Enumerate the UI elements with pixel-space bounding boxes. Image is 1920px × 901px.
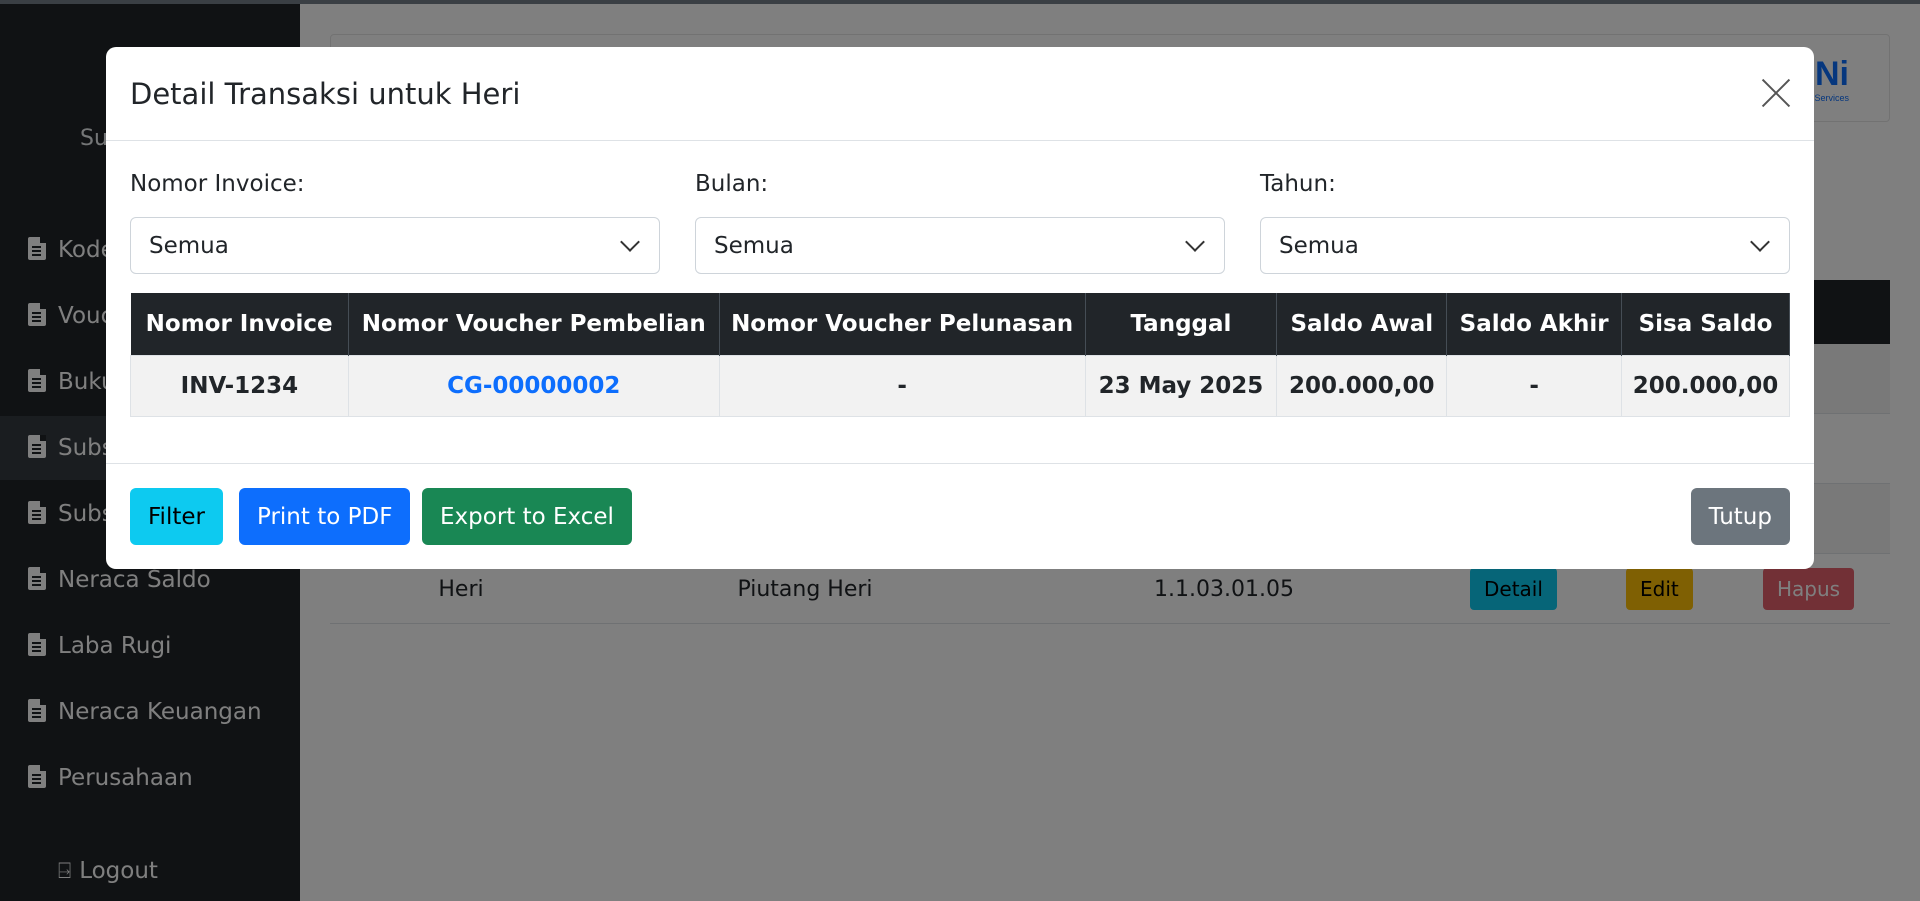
column-header: Sisa Saldo xyxy=(1621,293,1790,355)
invoice-number-cell: INV-1234 xyxy=(130,354,349,417)
column-header: Saldo Awal xyxy=(1276,293,1448,355)
column-header: Saldo Akhir xyxy=(1446,293,1623,355)
transaction-table: Nomor Invoice Nomor Voucher Pembelian No… xyxy=(130,293,1790,417)
month-select[interactable]: Semua xyxy=(695,217,1225,274)
table-header-row: Nomor Invoice Nomor Voucher Pembelian No… xyxy=(130,293,1790,355)
column-header: Nomor Voucher Pelunasan xyxy=(719,293,1086,355)
payment-voucher-cell: - xyxy=(718,354,1086,417)
closing-balance-cell: - xyxy=(1446,354,1623,417)
invoice-select[interactable]: Semua xyxy=(130,217,660,274)
month-filter: Bulan: Semua xyxy=(695,171,1225,274)
export-excel-button[interactable]: Export to Excel xyxy=(422,488,632,545)
invoice-filter-label: Nomor Invoice: xyxy=(130,171,305,197)
top-border xyxy=(0,0,1920,4)
filter-button[interactable]: Filter xyxy=(130,488,223,545)
invoice-select-value: Semua xyxy=(149,232,229,259)
close-icon[interactable] xyxy=(1760,77,1792,109)
chevron-down-icon xyxy=(1750,232,1770,252)
year-select[interactable]: Semua xyxy=(1260,217,1790,274)
chevron-down-icon xyxy=(1185,232,1205,252)
table-row: INV-1234 CG-00000002 - 23 May 2025 200.0… xyxy=(130,354,1790,417)
date-cell: 23 May 2025 xyxy=(1084,354,1278,417)
remaining-balance-cell: 200.000,00 xyxy=(1621,354,1790,417)
modal-title: Detail Transaksi untuk Heri xyxy=(130,77,521,111)
year-select-value: Semua xyxy=(1279,232,1359,259)
column-header: Tanggal xyxy=(1085,293,1278,355)
column-header: Nomor Invoice xyxy=(130,293,349,355)
close-button[interactable]: Tutup xyxy=(1690,488,1790,545)
column-header: Nomor Voucher Pembelian xyxy=(348,293,720,355)
invoice-filter: Nomor Invoice: Semua xyxy=(130,171,660,274)
month-filter-label: Bulan: xyxy=(695,171,769,197)
year-filter-label: Tahun: xyxy=(1260,171,1336,197)
purchase-voucher-link[interactable]: CG-00000002 xyxy=(347,354,720,417)
transaction-detail-modal: Detail Transaksi untuk Heri Nomor Invoic… xyxy=(106,47,1814,569)
print-pdf-button[interactable]: Print to PDF xyxy=(239,488,411,545)
chevron-down-icon xyxy=(620,232,640,252)
opening-balance-cell: 200.000,00 xyxy=(1276,354,1448,417)
month-select-value: Semua xyxy=(714,232,794,259)
modal-header: Detail Transaksi untuk Heri xyxy=(106,47,1814,141)
modal-footer: Filter Print to PDF Export to Excel Tutu… xyxy=(106,463,1814,569)
year-filter: Tahun: Semua xyxy=(1260,171,1790,274)
